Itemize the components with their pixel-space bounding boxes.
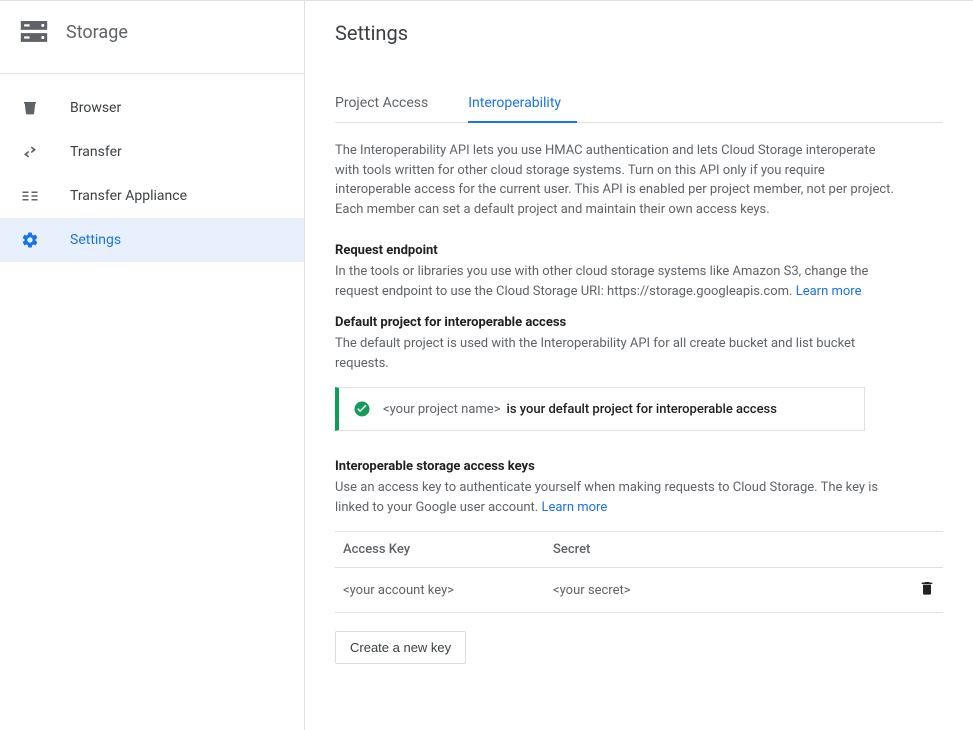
page-title: Settings — [335, 21, 943, 45]
gear-icon — [20, 230, 40, 250]
keys-table-header: Access Key Secret — [335, 532, 943, 568]
default-project-msg: is your default project for interoperabl… — [507, 402, 777, 417]
nav: Browser Transfer Transfer Appliance Sett… — [0, 74, 304, 262]
cell-access-key: <your account key> — [343, 583, 553, 598]
keys-desc: Use an access key to authenticate yourse… — [335, 478, 895, 517]
create-key-button[interactable]: Create a new key — [335, 631, 466, 664]
cell-secret: <your secret> — [553, 583, 905, 598]
table-row: <your account key> <your secret> — [335, 568, 943, 613]
tabs: Project Access Interoperability — [335, 85, 943, 123]
storage-icon — [20, 21, 48, 43]
intro-text: The Interoperability API lets you use HM… — [335, 141, 895, 219]
project-name-placeholder: <your project name> — [383, 402, 501, 417]
endpoint-title: Request endpoint — [335, 243, 943, 258]
appliance-icon — [20, 186, 40, 206]
sidebar-item-settings[interactable]: Settings — [0, 218, 304, 262]
sidebar-item-transfer[interactable]: Transfer — [0, 130, 304, 174]
keys-learn-more-link[interactable]: Learn more — [541, 500, 607, 515]
sidebar: Storage Browser Transfer Transfer Applia… — [0, 1, 305, 730]
keys-title: Interoperable storage access keys — [335, 459, 943, 474]
endpoint-learn-more-link[interactable]: Learn more — [796, 284, 862, 299]
sidebar-item-label: Transfer Appliance — [70, 188, 187, 204]
default-project-desc: The default project is used with the Int… — [335, 334, 895, 373]
tab-project-access[interactable]: Project Access — [335, 85, 444, 122]
transfer-icon — [20, 142, 40, 162]
main-content: Settings Project Access Interoperability… — [305, 1, 973, 730]
default-project-info-bar: <your project name> is your default proj… — [335, 387, 865, 431]
sidebar-item-transfer-appliance[interactable]: Transfer Appliance — [0, 174, 304, 218]
col-header-secret: Secret — [553, 542, 905, 557]
col-header-access-key: Access Key — [343, 542, 553, 557]
product-title: Storage — [66, 22, 128, 43]
sidebar-header: Storage — [0, 1, 304, 74]
delete-key-button[interactable] — [919, 580, 935, 600]
check-icon — [353, 400, 371, 418]
endpoint-desc: In the tools or libraries you use with o… — [335, 262, 895, 301]
sidebar-item-browser[interactable]: Browser — [0, 86, 304, 130]
endpoint-desc-text: In the tools or libraries you use with o… — [335, 264, 868, 299]
bucket-icon — [20, 98, 40, 118]
sidebar-item-label: Transfer — [70, 144, 122, 160]
default-project-title: Default project for interoperable access — [335, 315, 943, 330]
tab-interoperability[interactable]: Interoperability — [468, 85, 577, 123]
keys-table: Access Key Secret <your account key> <yo… — [335, 531, 943, 613]
sidebar-item-label: Settings — [70, 232, 121, 248]
sidebar-item-label: Browser — [70, 100, 121, 116]
